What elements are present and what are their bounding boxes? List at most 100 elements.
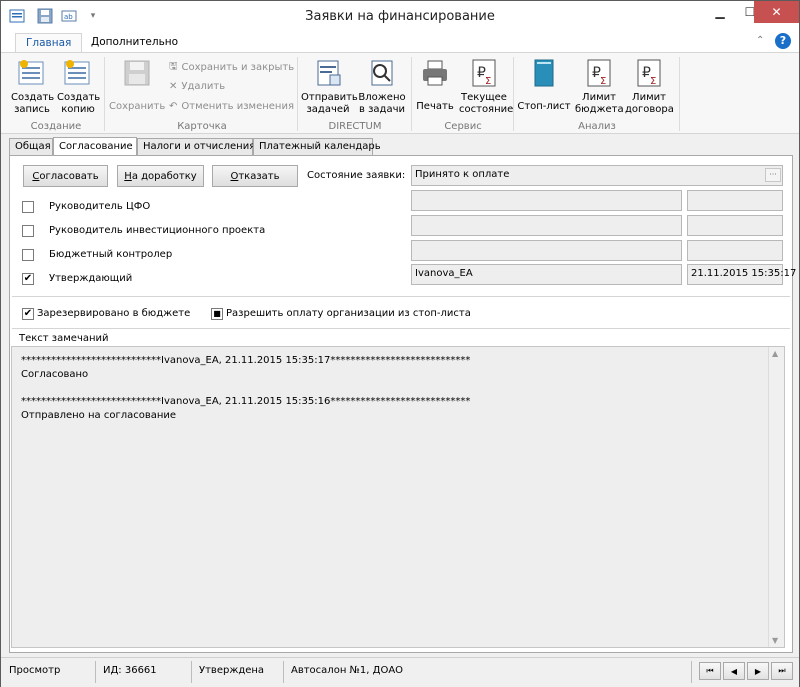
- status-record-id: ИД: 36661: [103, 665, 157, 676]
- approval-panel: Согласовать На доработку Отказать Состоя…: [9, 155, 796, 653]
- ribbon-tab-bar: Главная Дополнительно ⌃ ?: [1, 31, 799, 53]
- status-mode: Просмотр: [9, 665, 61, 676]
- current-state-button[interactable]: ₽ Σ Текущее состояние: [459, 57, 513, 116]
- ribbon-tab-extra[interactable]: Дополнительно: [81, 33, 188, 53]
- stop-list-icon: [528, 57, 560, 89]
- send-task-label-2: задачей: [306, 104, 350, 115]
- remarks-scrollbar[interactable]: ▲ ▼: [768, 347, 784, 647]
- approver-cfo-label: Руководитель ЦФО: [49, 201, 151, 212]
- save-button[interactable]: Сохранить: [109, 57, 165, 113]
- allow-stoplist-payment-checkbox[interactable]: ■: [211, 308, 223, 320]
- nav-prev-button[interactable]: ◀: [723, 662, 745, 680]
- budget-limit-button[interactable]: ₽ Σ Лимит бюджета: [575, 57, 624, 116]
- approver-budget-controller-checkbox[interactable]: [22, 249, 34, 261]
- create-copy-icon: [62, 57, 94, 89]
- create-record-label-1: Создать: [11, 92, 55, 103]
- attached-to-tasks-icon: [366, 57, 398, 89]
- print-button[interactable]: Печать: [415, 57, 455, 113]
- group-analysis-label: Анализ: [578, 121, 616, 132]
- group-separator: [679, 57, 680, 131]
- create-copy-label-1: Создать: [57, 92, 101, 103]
- send-task-icon: [312, 57, 344, 89]
- approve-button-label: огласовать: [39, 170, 99, 182]
- state-label: Состояние заявки:: [307, 170, 406, 181]
- scroll-up-icon[interactable]: ▲: [772, 349, 778, 358]
- attached-to-tasks-label-2: в задачи: [359, 104, 405, 115]
- divider: [12, 328, 790, 329]
- reject-button[interactable]: Отказать: [212, 165, 298, 187]
- svg-text:Σ: Σ: [485, 76, 491, 87]
- contract-limit-icon: ₽ Σ: [633, 57, 665, 89]
- group-separator: [297, 57, 298, 131]
- contract-limit-label-2: договора: [625, 104, 674, 115]
- status-state: Утверждена: [199, 665, 265, 676]
- save-label: Сохранить: [109, 101, 166, 112]
- print-label: Печать: [416, 101, 454, 112]
- reserved-in-budget-checkbox[interactable]: ✔: [22, 308, 34, 320]
- state-value: Принято к оплате: [415, 169, 510, 180]
- budget-limit-label-1: Лимит: [582, 92, 616, 103]
- state-field[interactable]: Принято к оплате ···: [411, 165, 783, 186]
- create-record-icon: [16, 57, 48, 89]
- remarks-line: ****************************Ivanova_EA, …: [21, 396, 471, 407]
- remarks-line: ****************************Ivanova_EA, …: [21, 355, 471, 366]
- approver-budget-controller-user-field[interactable]: [411, 240, 682, 261]
- allow-stoplist-payment-label: Разрешить оплату организации из стоп-лис…: [226, 308, 471, 319]
- minimize-icon[interactable]: ▁: [705, 1, 735, 23]
- create-record-button[interactable]: Создать запись: [11, 57, 55, 116]
- reject-button-label: тказать: [238, 170, 280, 182]
- close-icon[interactable]: ✕: [754, 1, 799, 23]
- approver-final-date-field[interactable]: 21.11.2015 15:35:17: [687, 264, 796, 285]
- create-copy-label-2: копию: [61, 104, 95, 115]
- rework-button[interactable]: На доработку: [117, 165, 204, 187]
- tab-taxes[interactable]: Налоги и отчисления: [137, 138, 255, 156]
- send-task-button[interactable]: Отправить задачей: [301, 57, 358, 116]
- approver-invest-date-field[interactable]: [687, 215, 783, 236]
- approver-cfo-date-field[interactable]: [687, 190, 783, 211]
- approver-budget-controller-date-field[interactable]: [687, 240, 783, 261]
- group-separator: [104, 57, 105, 131]
- svg-text:Σ: Σ: [600, 76, 606, 87]
- create-copy-button[interactable]: Создать копию: [57, 57, 101, 116]
- delete-button[interactable]: ✕ Удалить: [169, 81, 225, 92]
- collapse-ribbon-icon[interactable]: ⌃: [756, 35, 764, 46]
- help-icon[interactable]: ?: [775, 33, 791, 49]
- application-window: ab ▾ Заявки на финансирование ▁ ☐ ✕ Глав…: [0, 0, 800, 687]
- attached-to-tasks-label-1: Вложено: [358, 92, 406, 103]
- contract-limit-button[interactable]: ₽ Σ Лимит договора: [625, 57, 674, 116]
- stop-list-button[interactable]: Стоп-лист: [517, 57, 571, 113]
- approver-cfo-user-field[interactable]: [411, 190, 682, 211]
- nav-next-button[interactable]: ▶: [747, 662, 769, 680]
- create-record-label-2: запись: [14, 104, 50, 115]
- save-and-close-button[interactable]: 🖫 Сохранить и закрыть: [169, 59, 294, 76]
- ribbon-tab-home[interactable]: Главная: [15, 33, 83, 53]
- approver-cfo-checkbox[interactable]: [22, 201, 34, 213]
- send-task-label-1: Отправить: [301, 92, 358, 103]
- approver-final-user-field[interactable]: Ivanova_EA: [411, 264, 682, 285]
- tab-payment-calendar[interactable]: Платежный календарь: [253, 138, 381, 156]
- group-create-label: Создание: [30, 121, 82, 132]
- nav-first-button[interactable]: ⏮: [699, 662, 721, 680]
- approver-final-label: Утверждающий: [49, 273, 133, 284]
- approver-invest-user-field[interactable]: [411, 215, 682, 236]
- budget-limit-label-2: бюджета: [575, 104, 624, 115]
- svg-text:Σ: Σ: [650, 76, 656, 87]
- current-state-icon: ₽ Σ: [468, 57, 500, 89]
- approve-button-hotkey: С: [32, 170, 40, 182]
- attached-to-tasks-button[interactable]: Вложено в задачи: [357, 57, 407, 116]
- rework-button-label: а доработку: [131, 170, 197, 182]
- scroll-down-icon[interactable]: ▼: [772, 636, 778, 645]
- undo-changes-button[interactable]: ↶ Отменить изменения: [169, 101, 294, 112]
- remarks-textarea[interactable]: ****************************Ivanova_EA, …: [11, 346, 785, 648]
- nav-last-button[interactable]: ⏭: [771, 662, 793, 680]
- state-select-button[interactable]: ···: [765, 168, 781, 182]
- status-separator: [283, 661, 284, 683]
- approver-invest-checkbox[interactable]: [22, 225, 34, 237]
- approver-final-checkbox[interactable]: ✔: [22, 273, 34, 285]
- tab-general[interactable]: Общая: [9, 138, 53, 156]
- group-separator: [513, 57, 514, 131]
- remarks-label: Текст замечаний: [19, 333, 109, 344]
- approve-button[interactable]: Согласовать: [23, 165, 108, 187]
- tab-approval[interactable]: Согласование: [53, 137, 137, 156]
- remarks-line: Отправлено на согласование: [21, 410, 177, 421]
